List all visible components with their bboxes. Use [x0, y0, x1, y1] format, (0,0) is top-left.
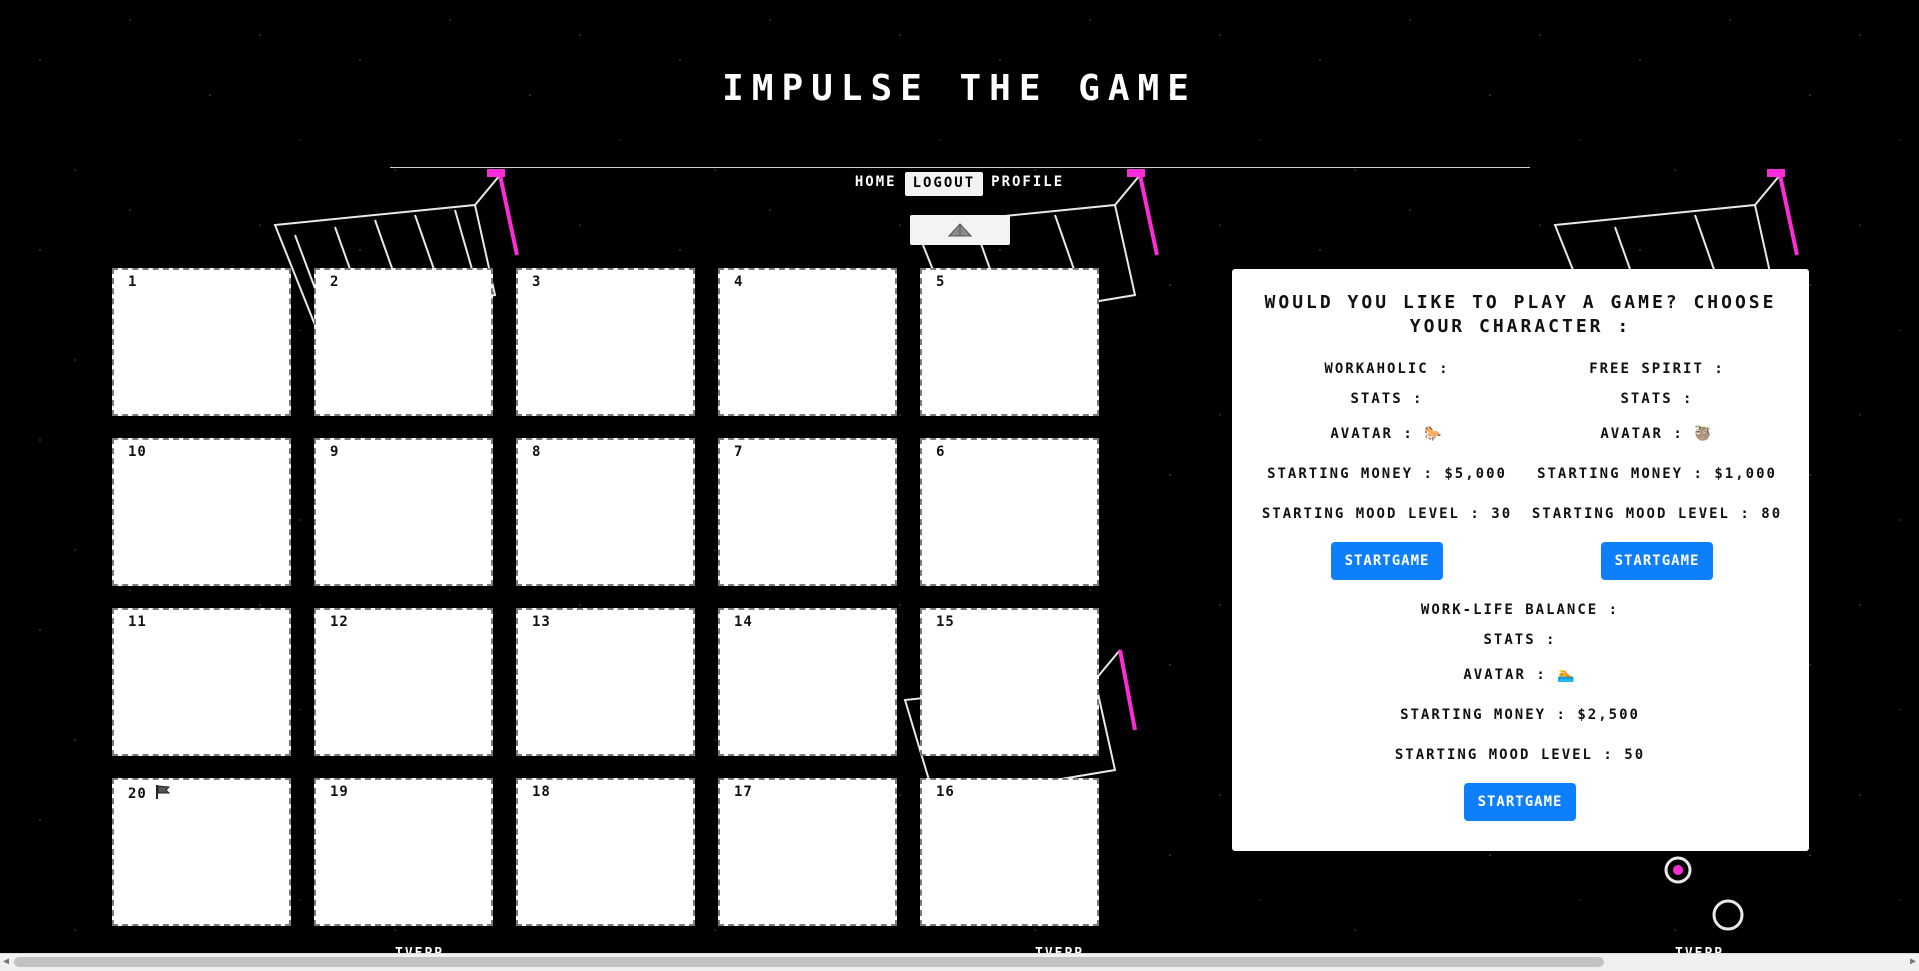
tile-number: 13	[532, 614, 551, 630]
tile-number: 19	[330, 784, 349, 800]
board-tile[interactable]: 17	[718, 778, 897, 926]
board-tile[interactable]: 16	[920, 778, 1099, 926]
tile-number: 10	[128, 444, 147, 460]
scrollbar-thumb[interactable]	[14, 957, 1604, 967]
start-game-free-spirit-button[interactable]: STARTGAME	[1600, 542, 1714, 580]
scroll-left-icon[interactable]: ◀	[3, 956, 9, 967]
tile-number: 14	[734, 614, 753, 630]
sloth-icon: 🦥	[1694, 426, 1714, 442]
board-tile[interactable]: 10	[112, 438, 291, 586]
tile-number: 11	[128, 614, 147, 630]
nav-home-link[interactable]: HOME	[847, 172, 905, 196]
start-game-work-life-balance-button[interactable]: STARTGAME	[1463, 783, 1577, 821]
tile-number: 15	[936, 614, 955, 630]
board-tile[interactable]: 2	[314, 268, 493, 416]
swimmer-icon: 🏊	[1557, 667, 1577, 683]
board-tile[interactable]: 19	[314, 778, 493, 926]
character-stats-label: STATS :	[1483, 632, 1557, 648]
tile-number: 4	[734, 274, 744, 290]
avatar-label: AVATAR :	[1463, 667, 1547, 683]
character-card-workaholic: WORKAHOLIC : STATS : AVATAR : 🐎 STARTING…	[1252, 354, 1522, 580]
horse-icon: 🐎	[1424, 426, 1444, 442]
board-tile[interactable]: 15	[920, 608, 1099, 756]
nav-logout-link[interactable]: LOGOUT	[904, 172, 984, 196]
caret-toggle-icon	[947, 223, 973, 237]
tile-number: 7	[734, 444, 744, 460]
character-stats-label: STATS :	[1620, 391, 1694, 407]
tile-number: 2	[330, 274, 340, 290]
avatar-label: AVATAR :	[1330, 426, 1414, 442]
collapse-toggle-button[interactable]	[910, 215, 1010, 245]
character-name: WORKAHOLIC :	[1324, 361, 1450, 377]
tile-number: 18	[532, 784, 551, 800]
starting-money: STARTING MONEY : $5,000	[1267, 466, 1507, 482]
flag-icon	[156, 785, 171, 799]
board-tile[interactable]: 13	[516, 608, 695, 756]
board-tile[interactable]: 14	[718, 608, 897, 756]
scroll-right-icon[interactable]: ▶	[1910, 956, 1916, 967]
tile-number: 9	[330, 444, 340, 460]
board-tile[interactable]: 20	[112, 778, 291, 926]
board-tile[interactable]: 1	[112, 268, 291, 416]
character-avatar-row: AVATAR : 🐎	[1252, 414, 1522, 454]
tile-number: 20	[128, 786, 147, 802]
page-title: IMPULSE THE GAME	[722, 68, 1197, 109]
start-game-workaholic-button[interactable]: STARTGAME	[1330, 542, 1444, 580]
nav-profile-link[interactable]: PROFILE	[983, 172, 1072, 196]
header-divider	[390, 167, 1530, 168]
tile-number: 5	[936, 274, 946, 290]
character-avatar-row: AVATAR : 🏊	[1385, 655, 1655, 695]
starting-money: STARTING MONEY : $2,500	[1400, 707, 1640, 723]
board-tile[interactable]: 9	[314, 438, 493, 586]
board-tile[interactable]: 18	[516, 778, 695, 926]
character-card-free-spirit: FREE SPIRIT : STATS : AVATAR : 🦥 STARTIN…	[1522, 354, 1792, 580]
tile-number: 8	[532, 444, 542, 460]
starting-money: STARTING MONEY : $1,000	[1537, 466, 1777, 482]
tile-number: 16	[936, 784, 955, 800]
character-avatar-row: AVATAR : 🦥	[1522, 414, 1792, 454]
character-prompt: WOULD YOU LIKE TO PLAY A GAME? CHOOSE YO…	[1264, 292, 1777, 337]
character-card-work-life-balance: WORK-LIFE BALANCE : STATS : AVATAR : 🏊 S…	[1385, 595, 1655, 821]
starting-mood: STARTING MOOD LEVEL : 80	[1531, 506, 1783, 522]
tile-number: 6	[936, 444, 946, 460]
tile-number: 1	[128, 274, 138, 290]
character-name: WORK-LIFE BALANCE :	[1420, 602, 1620, 618]
character-select-panel: WOULD YOU LIKE TO PLAY A GAME? CHOOSE YO…	[1232, 269, 1809, 851]
main-nav: HOME LOGOUT PROFILE	[0, 172, 1919, 196]
board-tile[interactable]: 4	[718, 268, 897, 416]
starting-mood: STARTING MOOD LEVEL : 50	[1394, 747, 1646, 763]
starting-mood: STARTING MOOD LEVEL : 30	[1261, 506, 1513, 522]
tile-number: 3	[532, 274, 542, 290]
avatar-label: AVATAR :	[1600, 426, 1684, 442]
character-stats-label: STATS :	[1350, 391, 1424, 407]
board-tile[interactable]: 3	[516, 268, 695, 416]
board-tile[interactable]: 12	[314, 608, 493, 756]
tile-number: 17	[734, 784, 753, 800]
board-tile[interactable]: 11	[112, 608, 291, 756]
horizontal-scrollbar[interactable]: ◀ ▶	[0, 953, 1919, 971]
board-tile[interactable]: 6	[920, 438, 1099, 586]
character-name: FREE SPIRIT :	[1589, 361, 1725, 377]
tile-number: 12	[330, 614, 349, 630]
board-tile[interactable]: 7	[718, 438, 897, 586]
board-tile[interactable]: 8	[516, 438, 695, 586]
board-tile[interactable]: 5	[920, 268, 1099, 416]
